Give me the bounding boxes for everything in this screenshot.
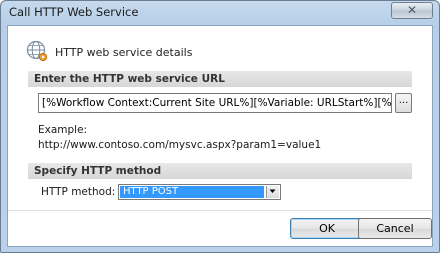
dialog-window: Call HTTP Web Service ✕ HTTP web service…: [0, 0, 440, 253]
ok-button[interactable]: OK: [290, 218, 364, 239]
url-input[interactable]: [%Workflow Context:Current Site URL%][%V…: [38, 93, 392, 113]
http-method-selected-value: HTTP POST: [120, 186, 264, 198]
http-method-label: HTTP method:: [41, 186, 116, 198]
example-url: http://www.contoso.com/mysvc.aspx?param1…: [38, 139, 322, 151]
chevron-down-icon: [269, 189, 276, 193]
window-title: Call HTTP Web Service: [9, 5, 139, 19]
dialog-body: HTTP web service details Enter the HTTP …: [7, 25, 433, 247]
title-bar[interactable]: Call HTTP Web Service ✕: [1, 1, 439, 25]
footer-divider: [8, 210, 432, 211]
url-section-heading: Enter the HTTP web service URL: [28, 71, 412, 87]
cancel-button[interactable]: Cancel: [358, 218, 432, 239]
globe-gear-icon: [26, 40, 48, 62]
close-icon: ✕: [406, 3, 418, 17]
header-title: HTTP web service details: [55, 46, 193, 59]
method-section-heading: Specify HTTP method: [28, 163, 412, 179]
http-method-select[interactable]: HTTP POST: [118, 184, 281, 200]
dropdown-arrow[interactable]: [266, 186, 279, 198]
url-builder-button[interactable]: ...: [395, 93, 412, 113]
close-button[interactable]: ✕: [391, 2, 433, 19]
example-label: Example:: [38, 124, 88, 136]
